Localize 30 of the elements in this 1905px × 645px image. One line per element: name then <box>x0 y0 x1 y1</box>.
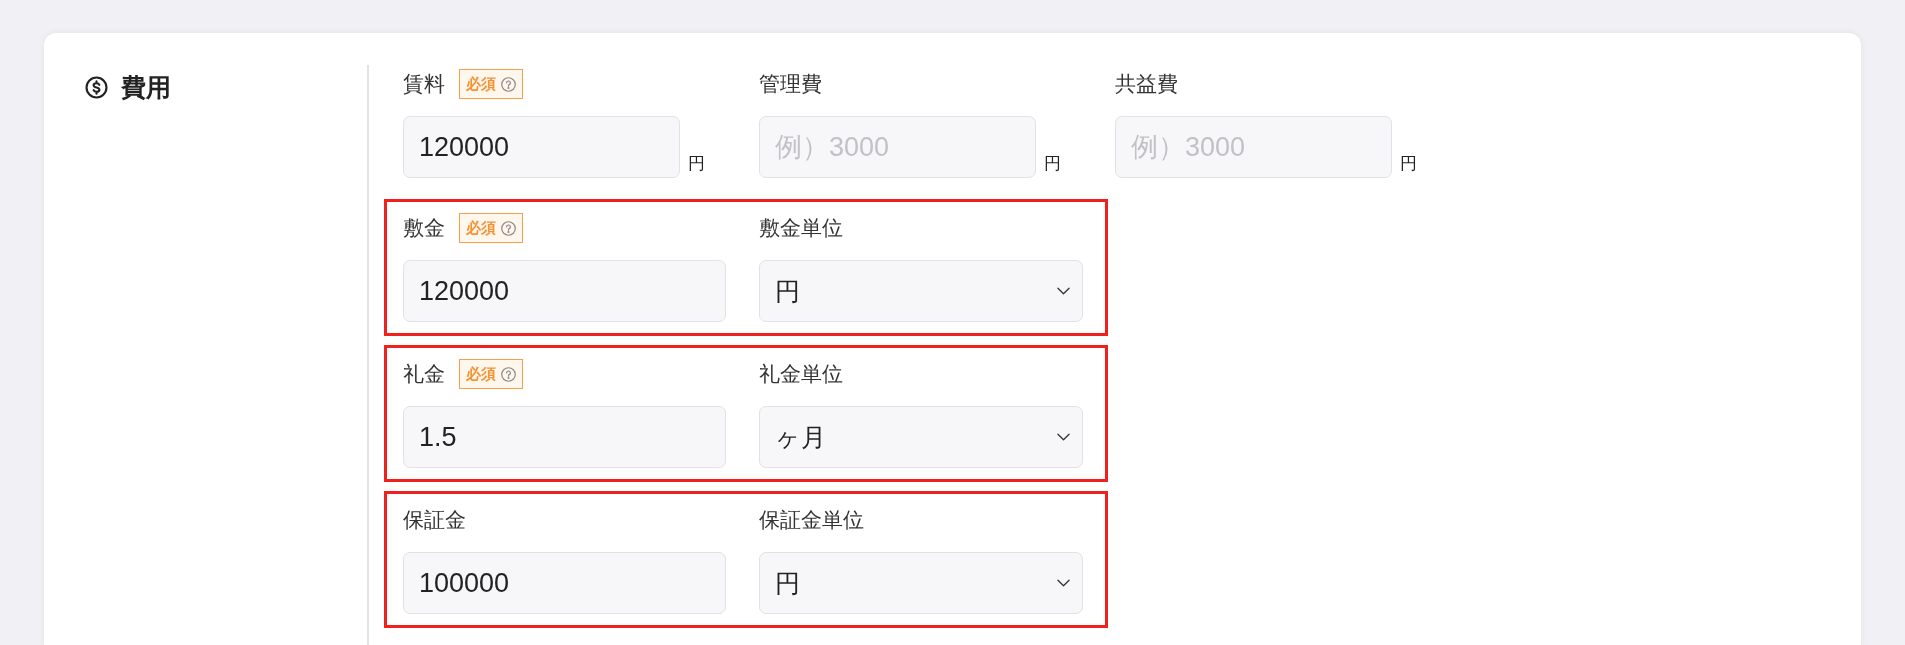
field-label: 礼金単位 <box>759 361 843 387</box>
unit-select[interactable]: 円 <box>759 260 1083 322</box>
dollar-circle-icon <box>85 75 108 99</box>
unit-select[interactable]: 円 <box>759 552 1083 614</box>
input-field[interactable]: 120000 <box>403 116 680 178</box>
help-icon[interactable] <box>501 366 516 382</box>
input-field[interactable]: 120000 <box>403 260 726 322</box>
field-label: 賃料 <box>403 71 445 97</box>
unit-label: 円 <box>1400 154 1417 174</box>
unit-label: 円 <box>688 154 705 174</box>
chevron-down-icon <box>1057 287 1070 295</box>
required-text: 必須 <box>466 219 496 237</box>
field-label: 敷金 <box>403 215 445 241</box>
field-label: 共益費 <box>1115 71 1178 97</box>
help-icon[interactable] <box>501 76 516 92</box>
field-label: 礼金 <box>403 361 445 387</box>
field-label: 敷金単位 <box>759 215 843 241</box>
help-icon[interactable] <box>501 220 516 236</box>
input-field[interactable]: 100000 <box>403 552 726 614</box>
field-label: 保証金 <box>403 507 466 533</box>
field-label: 保証金単位 <box>759 507 864 533</box>
field-label: 管理費 <box>759 71 822 97</box>
required-text: 必須 <box>466 365 496 383</box>
chevron-down-icon <box>1057 579 1070 587</box>
required-text: 必須 <box>466 75 496 93</box>
section-title: 費用 <box>121 72 171 102</box>
unit-select[interactable]: ヶ月 <box>759 406 1083 468</box>
unit-label: 円 <box>1044 154 1061 174</box>
input-field[interactable]: 1.5 <box>403 406 726 468</box>
chevron-down-icon <box>1057 433 1070 441</box>
